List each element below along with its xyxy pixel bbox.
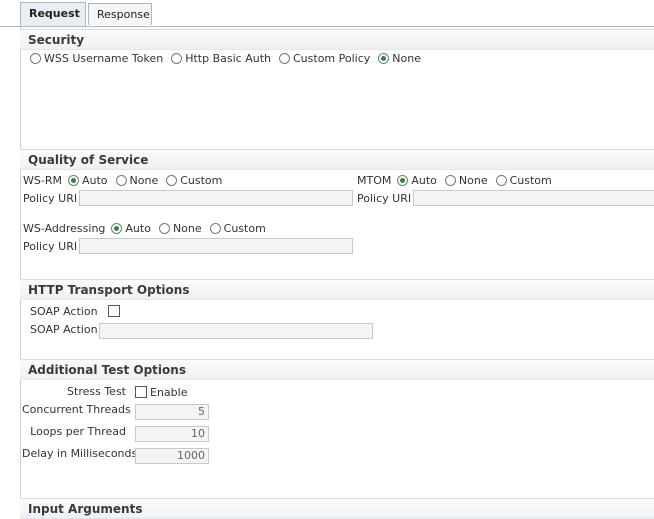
mtom-auto[interactable]: Auto xyxy=(395,174,437,187)
wsrm-label: WS-RM xyxy=(23,173,62,187)
soap-checkbox-label: SOAP Action xyxy=(30,304,98,318)
radio-selected-icon[interactable] xyxy=(378,52,390,64)
wsrm-none[interactable]: None xyxy=(114,174,158,187)
mtom-custom[interactable]: Custom xyxy=(494,174,552,187)
tab-bar: Request Response xyxy=(0,0,654,27)
qos-header: Quality of Service xyxy=(20,149,654,170)
enable-label: Enable xyxy=(150,385,188,399)
security-option-http-basic[interactable]: Http Basic Auth xyxy=(169,52,271,65)
radio-icon[interactable] xyxy=(444,174,456,186)
radio-selected-icon[interactable] xyxy=(67,174,79,186)
radio-icon[interactable] xyxy=(495,174,507,186)
mtom-none[interactable]: None xyxy=(443,174,488,187)
delay-label: Delay in Milliseconds xyxy=(22,447,138,460)
radio-selected-icon[interactable] xyxy=(397,174,409,186)
wsaddr-row: WS-Addressing Auto None Custom xyxy=(23,221,272,235)
security-option-custom-policy[interactable]: Custom Policy xyxy=(277,52,370,65)
wsaddr-custom[interactable]: Custom xyxy=(208,222,266,235)
radio-icon[interactable] xyxy=(115,174,127,186)
wsrm-row: WS-RM Auto None Custom xyxy=(23,173,228,187)
loops-input[interactable]: 10 xyxy=(135,426,209,442)
enable-row: Enable xyxy=(135,385,187,399)
soap-checkbox-row: SOAP Action xyxy=(30,304,120,318)
stress-test-label: Stress Test xyxy=(67,385,126,398)
radio-icon[interactable] xyxy=(30,52,41,64)
radio-icon[interactable] xyxy=(279,52,290,64)
wsaddr-none[interactable]: None xyxy=(157,222,202,235)
threads-label: Concurrent Threads xyxy=(22,403,131,416)
wsrm-custom[interactable]: Custom xyxy=(164,174,222,187)
mtom-policy-input[interactable] xyxy=(413,190,654,206)
wsrm-policy-label: Policy URI xyxy=(23,192,78,205)
security-option-wss[interactable]: WSS Username Token xyxy=(28,52,163,65)
http-header: HTTP Transport Options xyxy=(20,279,654,300)
tab-request[interactable]: Request xyxy=(20,2,86,26)
radio-icon[interactable] xyxy=(158,222,170,234)
wsrm-policy-input[interactable] xyxy=(79,190,353,206)
loops-label: Loops per Thread xyxy=(30,425,126,438)
content-panel xyxy=(20,27,654,519)
radio-icon[interactable] xyxy=(171,52,183,64)
mtom-label: MTOM xyxy=(357,173,392,187)
soap-action-input[interactable] xyxy=(99,323,373,339)
security-option-none[interactable]: None xyxy=(376,52,421,65)
radio-icon[interactable] xyxy=(166,174,178,186)
radio-selected-icon[interactable] xyxy=(111,222,123,234)
delay-input[interactable]: 1000 xyxy=(135,448,209,464)
security-header: Security xyxy=(20,29,654,50)
soap-action-checkbox[interactable] xyxy=(107,305,120,317)
mtom-row: MTOM Auto None Custom xyxy=(357,173,558,187)
input-arguments-header: Input Arguments xyxy=(20,498,654,519)
wsaddr-policy-input[interactable] xyxy=(79,238,353,254)
wsaddr-auto[interactable]: Auto xyxy=(109,222,151,235)
wsrm-auto[interactable]: Auto xyxy=(66,174,108,187)
tab-response[interactable]: Response xyxy=(88,3,152,25)
wsaddr-label: WS-Addressing xyxy=(23,221,106,235)
additional-header: Additional Test Options xyxy=(20,359,654,380)
threads-input[interactable]: 5 xyxy=(135,404,209,420)
mtom-policy-label: Policy URI xyxy=(357,192,412,205)
wsaddr-policy-label: Policy URI xyxy=(23,240,78,253)
enable-checkbox[interactable] xyxy=(135,386,147,398)
soap-field-label: SOAP Action xyxy=(30,323,98,336)
security-options: WSS Username Token Http Basic Auth Custo… xyxy=(28,51,427,65)
radio-icon[interactable] xyxy=(209,222,221,234)
